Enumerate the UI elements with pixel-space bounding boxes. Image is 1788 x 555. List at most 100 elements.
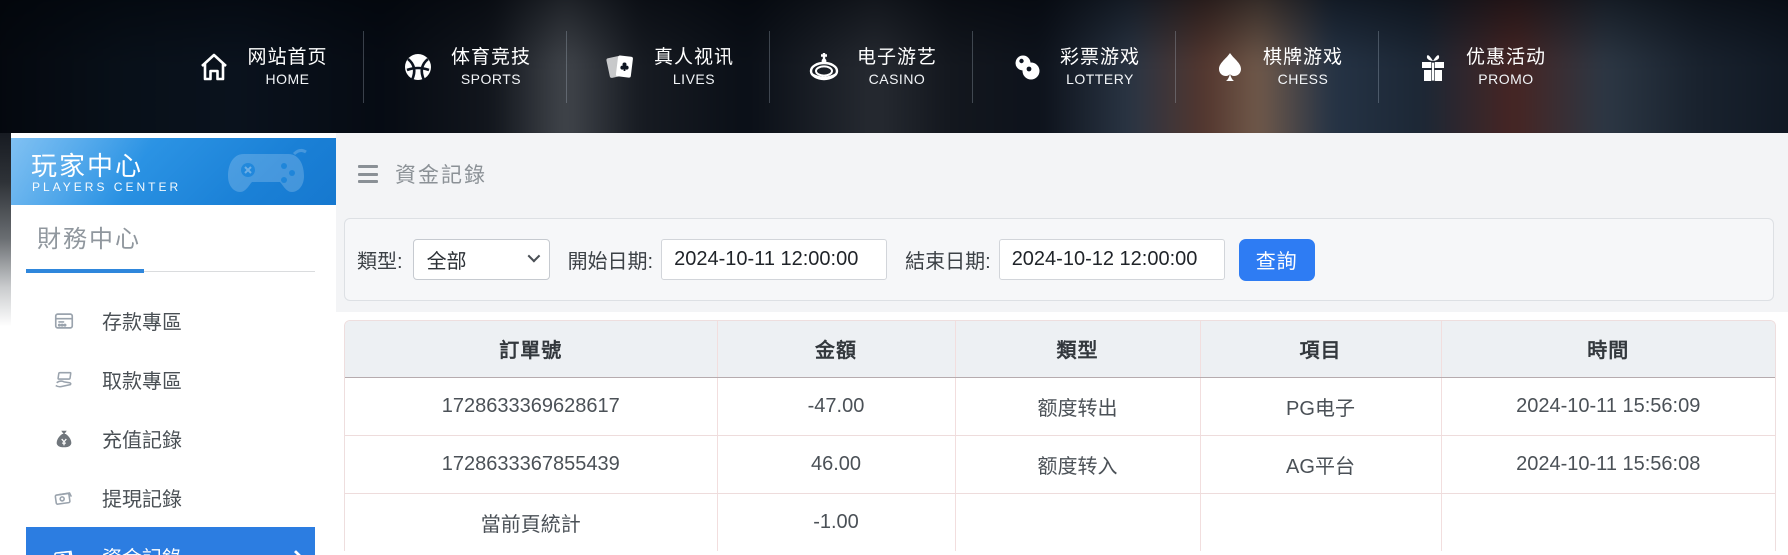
query-button[interactable]: 查詢 [1239, 239, 1315, 281]
sidebar-item-3[interactable]: 充值記錄 [26, 409, 315, 468]
nav-label-en: LIVES [654, 70, 734, 88]
column-header: 類型 [955, 321, 1200, 377]
sidebar-item-2[interactable]: 取款專區 [26, 350, 315, 409]
nav-label-en: SPORTS [451, 70, 531, 88]
sidebar-item-label: 取款專區 [102, 365, 182, 394]
nav-label-zh: 真人视讯 [654, 45, 734, 70]
sidebar-item-4[interactable]: 提現記錄 [26, 468, 315, 527]
filter-panel: 類型: 全部 開始日期: 結束日期: 查詢 [344, 218, 1774, 301]
deposit-icon [52, 309, 76, 333]
lottery-balls-icon [1008, 48, 1046, 86]
type-select-value: 全部 [427, 245, 467, 274]
cell: AG平台 [1200, 435, 1441, 493]
wallet-icon [52, 486, 76, 510]
nav-item-label: 体育竞技SPORTS [451, 45, 531, 88]
nav-label-zh: 彩票游戏 [1060, 45, 1140, 70]
nav-item-casino[interactable]: 电子游艺CASINO [769, 31, 972, 103]
nav-label-en: HOME [247, 70, 327, 88]
gift-icon [1414, 48, 1452, 86]
type-select[interactable]: 全部 [413, 239, 550, 280]
sidebar-item-label: 存款專區 [102, 306, 182, 335]
cell: PG电子 [1200, 377, 1441, 435]
cell: 當前頁統計 [345, 493, 717, 551]
end-date-input[interactable] [999, 239, 1225, 280]
chevron-right-icon [289, 549, 303, 555]
table-row: 當前頁統計-1.00 [345, 493, 1775, 551]
page-title: 資金記錄 [395, 159, 487, 189]
page-header: 資金記錄 [358, 159, 487, 189]
funds-record-table: 訂單號金額類型項目時間 1728633369628617-47.00额度转出PG… [344, 320, 1776, 551]
page-left-backdrop [0, 133, 11, 353]
page: 网站首页HOME 体育竞技SPORTS 真人视讯LIVES 电子游艺CASINO 彩票游… [0, 0, 1788, 555]
cell [1200, 493, 1441, 551]
nav-label-en: PROMO [1466, 70, 1546, 88]
home-icon [195, 48, 233, 86]
sidebar-item-label: 資金記錄 [102, 542, 182, 555]
cell: 2024-10-11 15:56:09 [1441, 377, 1775, 435]
nav-label-zh: 优惠活动 [1466, 45, 1546, 70]
sidebar-item-label: 充值記錄 [102, 424, 182, 453]
cell: 2024-10-11 15:56:08 [1441, 435, 1775, 493]
column-header: 金額 [717, 321, 955, 377]
nav-item-label: 优惠活动PROMO [1466, 45, 1546, 88]
sidebar-subtitle: PLAYERS CENTER [32, 180, 181, 194]
nav-item-chess[interactable]: 棋牌游戏CHESS [1175, 31, 1378, 103]
cell: -1.00 [717, 493, 955, 551]
nav-label-en: CHESS [1263, 70, 1343, 88]
money-bag-icon [52, 427, 76, 451]
nav-label-zh: 网站首页 [247, 45, 327, 70]
nav-label-en: CASINO [857, 70, 937, 88]
roulette-icon [805, 48, 843, 86]
nav-label-zh: 棋牌游戏 [1263, 45, 1343, 70]
column-header: 項目 [1200, 321, 1441, 377]
cell: 1728633369628617 [345, 377, 717, 435]
menu-toggle-icon[interactable] [358, 165, 378, 183]
sidebar-item-5[interactable]: 資金記錄 [26, 527, 315, 555]
nav-item-label: 电子游艺CASINO [857, 45, 937, 88]
nav-item-lottery[interactable]: 彩票游戏LOTTERY [972, 31, 1175, 103]
sidebar-item-1[interactable]: 存款專區 [26, 291, 315, 350]
cell: -47.00 [717, 377, 955, 435]
start-date-input[interactable] [661, 239, 887, 280]
sports-ball-icon [399, 48, 437, 86]
nav-menu: 网站首页HOME 体育竞技SPORTS 真人视讯LIVES 电子游艺CASINO 彩票游… [160, 0, 1581, 133]
cell: 1728633367855439 [345, 435, 717, 493]
sidebar-title: 玩家中心 [31, 146, 143, 183]
nav-item-label: 真人视讯LIVES [654, 45, 734, 88]
spade-icon [1211, 48, 1249, 86]
nav-label-zh: 电子游艺 [857, 45, 937, 70]
nav-item-label: 棋牌游戏CHESS [1263, 45, 1343, 88]
main-content: 資金記錄 類型: 全部 開始日期: 結束日期: 查詢 訂單號金額類型項目時間 1… [336, 133, 1788, 555]
column-header: 訂單號 [345, 321, 717, 377]
cell: 额度转出 [955, 377, 1200, 435]
table-row: 1728633369628617-47.00额度转出PG电子2024-10-11… [345, 377, 1775, 435]
nav-item-lives[interactable]: 真人视讯LIVES [566, 31, 769, 103]
sidebar-header: 玩家中心 PLAYERS CENTER [11, 138, 336, 205]
nav-item-promo[interactable]: 优惠活动PROMO [1378, 31, 1581, 103]
nav-label-en: LOTTERY [1060, 70, 1140, 88]
table-row: 172863336785543946.00额度转入AG平台2024-10-11 … [345, 435, 1775, 493]
playing-cards-icon [602, 48, 640, 86]
nav-item-home[interactable]: 网站首页HOME [160, 31, 363, 103]
withdraw-hand-icon [52, 368, 76, 392]
table-header-row: 訂單號金額類型項目時間 [345, 321, 1775, 377]
chevron-down-icon [527, 250, 540, 263]
players-center-sidebar: 玩家中心 PLAYERS CENTER 財務中心 存款專區取款專區充值記錄提現記… [11, 138, 336, 555]
nav-item-label: 网站首页HOME [247, 45, 327, 88]
cell: 额度转入 [955, 435, 1200, 493]
column-header: 時間 [1441, 321, 1775, 377]
nav-label-zh: 体育竞技 [451, 45, 531, 70]
gamepad-icon [224, 146, 316, 198]
cell [1441, 493, 1775, 551]
banknote-icon [52, 545, 76, 555]
nav-item-label: 彩票游戏LOTTERY [1060, 45, 1140, 88]
cell [955, 493, 1200, 551]
sidebar-item-label: 提現記錄 [102, 483, 182, 512]
end-date-label: 結束日期: [905, 245, 991, 274]
nav-item-sports[interactable]: 体育竞技SPORTS [363, 31, 566, 103]
cell: 46.00 [717, 435, 955, 493]
top-navbar: 网站首页HOME 体育竞技SPORTS 真人视讯LIVES 电子游艺CASINO 彩票游… [0, 0, 1788, 133]
sidebar-menu: 存款專區取款專區充值記錄提現記錄資金記錄 [11, 291, 336, 555]
type-label: 類型: [357, 245, 403, 274]
sidebar-section-title: 財務中心 [26, 219, 315, 272]
